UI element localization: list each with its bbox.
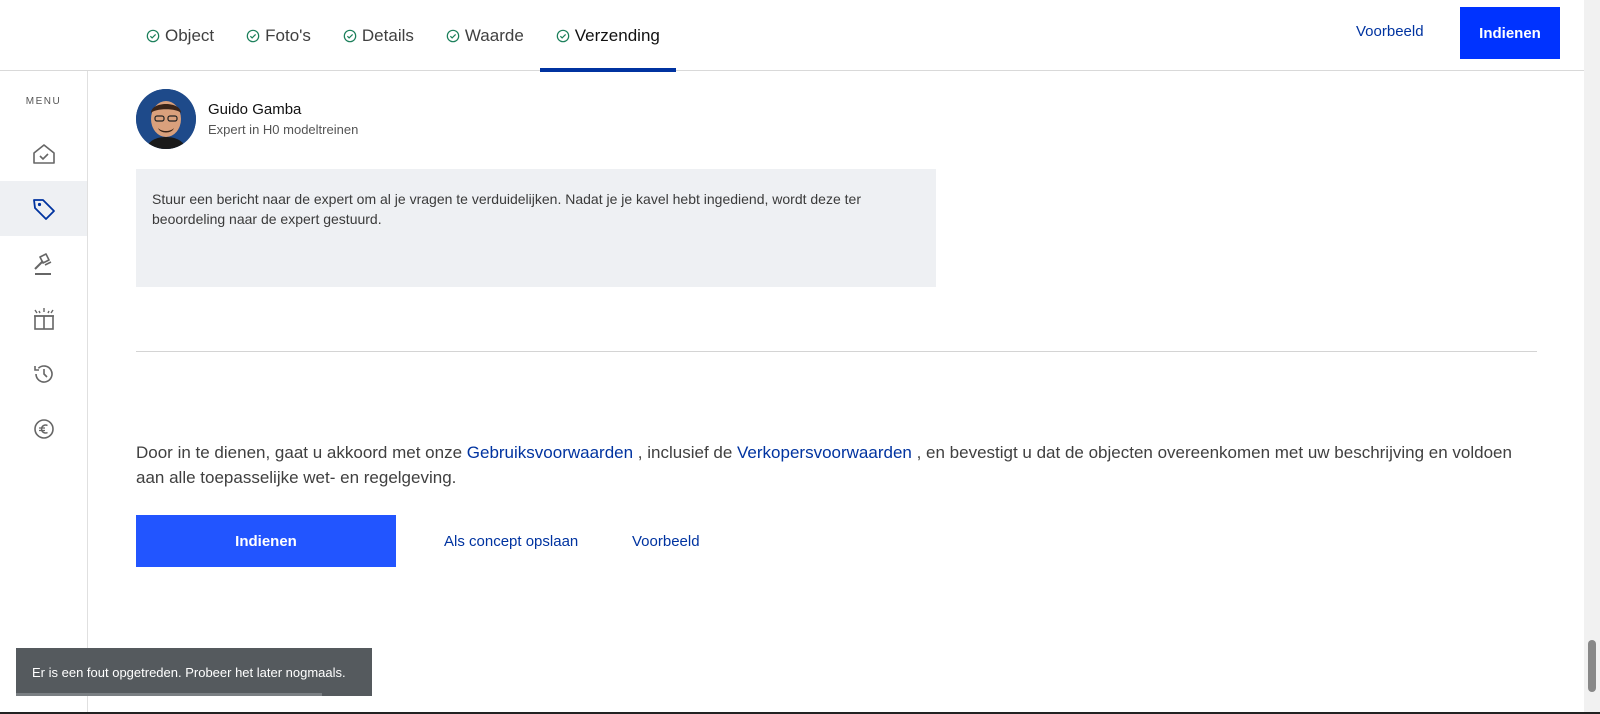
sidebar-item-bidding[interactable]: [0, 236, 87, 291]
check-circle-icon: [246, 29, 260, 42]
tab-label: Verzending: [574, 25, 660, 45]
message-placeholder: Stuur een bericht naar de expert om al j…: [152, 191, 861, 227]
preview-link[interactable]: Voorbeeld: [1356, 23, 1424, 40]
expert-card: Guido Gamba Expert in H0 modeltreinen: [136, 89, 358, 149]
home-check-icon: [32, 143, 55, 164]
tab-label: Details: [361, 25, 414, 45]
expert-photo: [136, 89, 196, 149]
error-toast: Er is een fout opgetreden. Probeer het l…: [16, 648, 372, 696]
sidebar-item-payments[interactable]: [0, 401, 87, 456]
expert-name: Guido Gamba: [208, 101, 302, 118]
menu-label: MENU: [25, 96, 62, 107]
sidebar-item-gifts[interactable]: [0, 291, 87, 346]
check-circle-icon: [146, 29, 160, 42]
tab-photos[interactable]: Foto's: [230, 0, 327, 71]
terms-middle: , inclusief de: [633, 443, 738, 462]
avatar: [136, 89, 196, 149]
section-divider: [136, 351, 1537, 352]
gift-icon: [33, 307, 54, 330]
tag-icon: [32, 198, 55, 220]
step-tabs: Object Foto's Details Waarde Verzending: [130, 0, 676, 72]
check-circle-icon: [446, 29, 460, 42]
message-to-expert-field[interactable]: Stuur een bericht naar de expert om al j…: [136, 169, 936, 287]
sidebar-item-history[interactable]: [0, 346, 87, 401]
expert-info: Guido Gamba Expert in H0 modeltreinen: [208, 101, 358, 137]
scrollbar-thumb[interactable]: [1588, 640, 1596, 692]
terms-text: Door in te dienen, gaat u akkoord met on…: [136, 440, 1536, 490]
sidebar-item-selling[interactable]: [0, 181, 87, 236]
toast-progress-bar: [16, 693, 323, 696]
history-icon: [33, 364, 53, 383]
preview-link-bottom[interactable]: Voorbeeld: [632, 533, 700, 550]
tab-label: Object: [165, 25, 215, 45]
tab-value[interactable]: Waarde: [430, 0, 540, 71]
sidebar-menu: MENU: [0, 71, 88, 714]
expert-role: Expert in H0 modeltreinen: [208, 122, 359, 137]
terms-prefix: Door in te dienen, gaat u akkoord met on…: [136, 443, 467, 462]
top-navigation-bar: Object Foto's Details Waarde Verzending …: [0, 0, 1584, 72]
check-circle-icon: [556, 29, 570, 42]
tab-label: Waarde: [464, 25, 524, 45]
terms-of-use-link[interactable]: Gebruiksvoorwaarden: [467, 443, 633, 462]
check-circle-icon: [343, 29, 357, 42]
tab-label: Foto's: [265, 25, 311, 45]
gavel-icon: [33, 252, 51, 275]
toast-message: Er is een fout opgetreden. Probeer het l…: [32, 664, 346, 680]
tab-details[interactable]: Details: [327, 0, 430, 71]
submit-button[interactable]: Indienen: [136, 515, 396, 567]
seller-terms-link[interactable]: Verkopersvoorwaarden: [737, 443, 912, 462]
submit-button-top[interactable]: Indienen: [1460, 7, 1560, 59]
euro-icon: [33, 418, 54, 439]
tab-shipping[interactable]: Verzending: [539, 0, 676, 72]
tab-object[interactable]: Object: [130, 0, 230, 71]
sidebar-item-home[interactable]: [0, 126, 87, 181]
save-draft-link[interactable]: Als concept opslaan: [444, 533, 578, 550]
page-scrollbar[interactable]: [1584, 0, 1600, 714]
